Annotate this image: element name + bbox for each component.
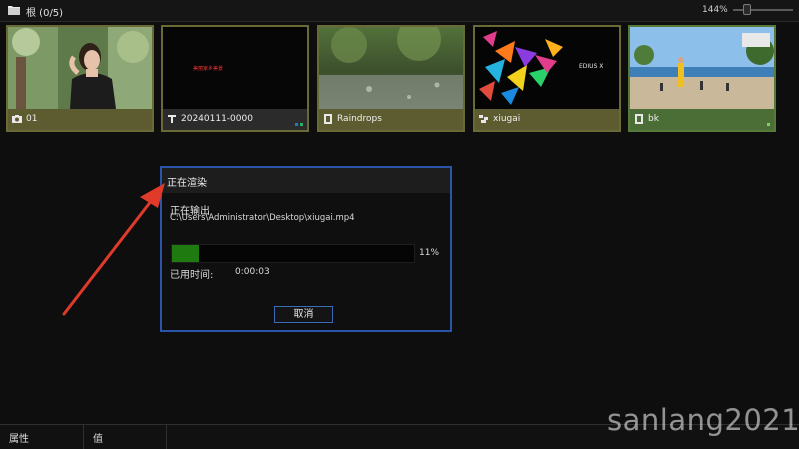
clip-label: bk bbox=[630, 109, 774, 130]
clip-thumbnail bbox=[8, 27, 152, 109]
clip-name: Raindrops bbox=[337, 114, 382, 124]
progress-fill bbox=[172, 245, 199, 262]
column-header-property[interactable]: 属性 bbox=[0, 425, 84, 449]
output-path: C:\Users\Administrator\Desktop\xiugai.mp… bbox=[170, 213, 355, 223]
clip-item[interactable]: 美丽家乡美景 20240111-0000 bbox=[161, 25, 309, 132]
clip-label: 01 bbox=[8, 109, 152, 130]
clip-item-selected[interactable]: bk bbox=[628, 25, 776, 132]
dialog-title: 正在渲染 bbox=[167, 178, 207, 189]
column-header-value[interactable]: 值 bbox=[84, 425, 167, 449]
zoom-slider-handle[interactable] bbox=[743, 4, 751, 15]
column-label: 值 bbox=[93, 434, 103, 445]
clip-thumbnail: 美丽家乡美景 bbox=[163, 27, 307, 109]
elapsed-time-value: 0:00:03 bbox=[235, 267, 270, 277]
watermark-text: sanlang2021 bbox=[607, 403, 799, 437]
thumbnail-logo-text: EDIUS X bbox=[579, 63, 604, 70]
clip-item[interactable]: EDIUS X xiugai bbox=[473, 25, 621, 132]
text-icon bbox=[168, 115, 176, 123]
clip-label: Raindrops bbox=[319, 109, 463, 130]
thumbnail-title-text: 美丽家乡美景 bbox=[193, 66, 224, 72]
clip-status-badges bbox=[293, 118, 303, 126]
clip-name: 20240111-0000 bbox=[181, 114, 253, 124]
camera-icon bbox=[12, 115, 22, 123]
clip-name: xiugai bbox=[493, 114, 521, 124]
clip-thumbnail: EDIUS X bbox=[475, 27, 619, 109]
progress-bar bbox=[171, 244, 415, 263]
video-icon bbox=[324, 114, 332, 124]
clip-item[interactable]: Raindrops bbox=[317, 25, 465, 132]
clip-thumbnail bbox=[319, 27, 463, 109]
zoom-slider-track[interactable] bbox=[733, 9, 793, 11]
video-icon bbox=[635, 114, 643, 124]
cancel-button[interactable]: 取消 bbox=[274, 306, 333, 323]
clip-thumbnail bbox=[630, 27, 774, 109]
bin-title[interactable]: 根 (0/5) bbox=[26, 4, 63, 19]
render-dialog: 正在渲染 正在输出 C:\Users\Administrator\Desktop… bbox=[160, 166, 452, 332]
dialog-title-bar[interactable]: 正在渲染 bbox=[162, 168, 450, 193]
clip-item[interactable]: 01 bbox=[6, 25, 154, 132]
zoom-level: 144% bbox=[702, 5, 728, 15]
clip-label: xiugai bbox=[475, 109, 619, 130]
bin-header: 根 (0/5) 144% bbox=[0, 0, 799, 22]
clip-status-badges bbox=[765, 118, 770, 126]
elapsed-time-label: 已用时间: bbox=[170, 270, 214, 281]
clip-name: bk bbox=[648, 114, 659, 124]
progress-percent: 11% bbox=[419, 248, 440, 258]
sequence-icon bbox=[479, 115, 488, 123]
clip-label: 20240111-0000 bbox=[163, 109, 307, 130]
clip-name: 01 bbox=[26, 114, 38, 124]
folder-icon bbox=[8, 6, 20, 15]
column-label: 属性 bbox=[9, 434, 29, 445]
